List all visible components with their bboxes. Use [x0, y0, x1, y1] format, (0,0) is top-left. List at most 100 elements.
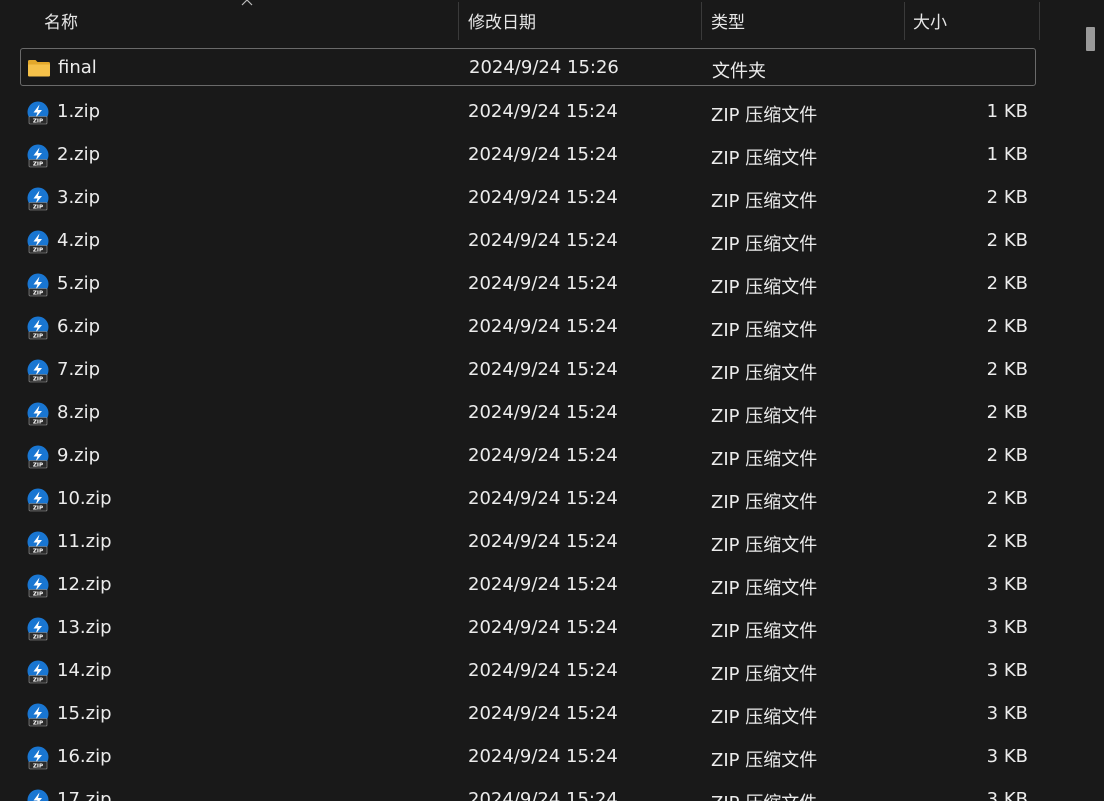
- svg-text:ZIP: ZIP: [33, 376, 43, 382]
- file-modified-date: 2024/9/24 15:24: [468, 703, 618, 724]
- file-modified-date: 2024/9/24 15:24: [468, 660, 618, 681]
- file-type: ZIP 压缩文件: [711, 277, 818, 298]
- file-modified-date: 2024/9/24 15:24: [468, 574, 618, 595]
- file-size: 2 KB: [986, 187, 1028, 208]
- file-name: 1.zip: [57, 101, 101, 122]
- file-type: ZIP 压缩文件: [711, 664, 818, 685]
- file-modified-date: 2024/9/24 15:24: [468, 531, 618, 552]
- file-name: 3.zip: [57, 187, 101, 208]
- svg-text:ZIP: ZIP: [33, 247, 43, 253]
- file-row[interactable]: ZIP 3.zip 2024/9/24 15:24 ZIP 压缩文件 2 KB: [20, 177, 1036, 220]
- file-name: 12.zip: [57, 574, 112, 595]
- svg-text:ZIP: ZIP: [33, 161, 43, 167]
- file-type: ZIP 压缩文件: [711, 191, 818, 212]
- file-size: 2 KB: [986, 445, 1028, 466]
- scrollbar-thumb[interactable]: [1086, 27, 1095, 51]
- folder-row[interactable]: final 2024/9/24 15:26 文件夹: [20, 48, 1036, 86]
- svg-text:ZIP: ZIP: [33, 118, 43, 124]
- file-name: 5.zip: [57, 273, 101, 294]
- zip-icon: ZIP: [26, 531, 50, 555]
- svg-text:ZIP: ZIP: [33, 634, 43, 640]
- file-modified-date: 2024/9/24 15:24: [468, 187, 618, 208]
- file-modified-date: 2024/9/24 15:24: [468, 101, 618, 122]
- file-type: ZIP 压缩文件: [711, 621, 818, 642]
- zip-icon: ZIP: [26, 101, 50, 125]
- zip-icon: ZIP: [26, 316, 50, 340]
- file-size: 3 KB: [986, 789, 1028, 801]
- file-modified-date: 2024/9/24 15:24: [468, 789, 618, 801]
- column-divider[interactable]: [458, 2, 459, 40]
- svg-text:ZIP: ZIP: [33, 591, 43, 597]
- svg-text:ZIP: ZIP: [33, 505, 43, 511]
- zip-icon: ZIP: [26, 402, 50, 426]
- column-header-type[interactable]: 类型: [711, 0, 901, 40]
- file-type: ZIP 压缩文件: [711, 707, 818, 728]
- file-row[interactable]: ZIP 13.zip 2024/9/24 15:24 ZIP 压缩文件 3 KB: [20, 607, 1036, 650]
- svg-text:ZIP: ZIP: [33, 204, 43, 210]
- file-name: 15.zip: [57, 703, 112, 724]
- column-header-size[interactable]: 大小: [913, 0, 1033, 40]
- column-divider[interactable]: [1039, 2, 1040, 40]
- svg-text:ZIP: ZIP: [33, 720, 43, 726]
- file-type: ZIP 压缩文件: [711, 105, 818, 126]
- zip-icon: ZIP: [26, 617, 50, 641]
- column-divider[interactable]: [701, 2, 702, 40]
- file-name: 16.zip: [57, 746, 112, 767]
- zip-icon: ZIP: [26, 187, 50, 211]
- file-row[interactable]: ZIP 15.zip 2024/9/24 15:24 ZIP 压缩文件 3 KB: [20, 693, 1036, 736]
- file-name: 17.zip: [57, 789, 112, 801]
- column-header-name[interactable]: 名称: [44, 0, 454, 40]
- file-size: 3 KB: [986, 660, 1028, 681]
- svg-text:ZIP: ZIP: [33, 290, 43, 296]
- file-modified-date: 2024/9/24 15:24: [468, 316, 618, 337]
- file-row[interactable]: ZIP 10.zip 2024/9/24 15:24 ZIP 压缩文件 2 KB: [20, 478, 1036, 521]
- file-size: 1 KB: [986, 144, 1028, 165]
- file-modified-date: 2024/9/24 15:24: [468, 273, 618, 294]
- file-type: ZIP 压缩文件: [711, 750, 818, 771]
- vertical-scrollbar[interactable]: [1076, 0, 1104, 801]
- file-size: 2 KB: [986, 359, 1028, 380]
- column-divider[interactable]: [904, 2, 905, 40]
- file-name: 8.zip: [57, 402, 101, 423]
- file-type: ZIP 压缩文件: [711, 148, 818, 169]
- file-modified-date: 2024/9/24 15:24: [468, 488, 618, 509]
- svg-text:ZIP: ZIP: [33, 462, 43, 468]
- file-size: 3 KB: [986, 703, 1028, 724]
- file-row[interactable]: ZIP 12.zip 2024/9/24 15:24 ZIP 压缩文件 3 KB: [20, 564, 1036, 607]
- zip-icon: ZIP: [26, 574, 50, 598]
- file-size: 2 KB: [986, 230, 1028, 251]
- file-modified-date: 2024/9/24 15:26: [469, 57, 619, 78]
- file-row[interactable]: ZIP 17.zip 2024/9/24 15:24 ZIP 压缩文件 3 KB: [20, 779, 1036, 801]
- file-row[interactable]: ZIP 14.zip 2024/9/24 15:24 ZIP 压缩文件 3 KB: [20, 650, 1036, 693]
- zip-icon: ZIP: [26, 789, 50, 801]
- svg-text:ZIP: ZIP: [33, 677, 43, 683]
- file-size: 3 KB: [986, 746, 1028, 767]
- file-type: ZIP 压缩文件: [711, 406, 818, 427]
- zip-icon: ZIP: [26, 703, 50, 727]
- file-row[interactable]: ZIP 6.zip 2024/9/24 15:24 ZIP 压缩文件 2 KB: [20, 306, 1036, 349]
- file-list: final 2024/9/24 15:26 文件夹 ZIP 1.zip 2024/9/24…: [20, 48, 1036, 801]
- file-row[interactable]: ZIP 9.zip 2024/9/24 15:24 ZIP 压缩文件 2 KB: [20, 435, 1036, 478]
- file-modified-date: 2024/9/24 15:24: [468, 445, 618, 466]
- zip-icon: ZIP: [26, 445, 50, 469]
- file-type: ZIP 压缩文件: [711, 492, 818, 513]
- column-header-type-label: 类型: [711, 12, 745, 33]
- file-name: 2.zip: [57, 144, 101, 165]
- file-size: 2 KB: [986, 531, 1028, 552]
- file-type: ZIP 压缩文件: [711, 578, 818, 599]
- file-row[interactable]: ZIP 8.zip 2024/9/24 15:24 ZIP 压缩文件 2 KB: [20, 392, 1036, 435]
- file-row[interactable]: ZIP 1.zip 2024/9/24 15:24 ZIP 压缩文件 1 KB: [20, 91, 1036, 134]
- zip-icon: ZIP: [26, 144, 50, 168]
- file-modified-date: 2024/9/24 15:24: [468, 617, 618, 638]
- column-header-bar: 名称 修改日期 类型 大小: [0, 0, 1040, 40]
- file-row[interactable]: ZIP 11.zip 2024/9/24 15:24 ZIP 压缩文件 2 KB: [20, 521, 1036, 564]
- file-row[interactable]: ZIP 5.zip 2024/9/24 15:24 ZIP 压缩文件 2 KB: [20, 263, 1036, 306]
- zip-icon: ZIP: [26, 488, 50, 512]
- file-row[interactable]: ZIP 7.zip 2024/9/24 15:24 ZIP 压缩文件 2 KB: [20, 349, 1036, 392]
- file-row[interactable]: ZIP 4.zip 2024/9/24 15:24 ZIP 压缩文件 2 KB: [20, 220, 1036, 263]
- file-row[interactable]: ZIP 16.zip 2024/9/24 15:24 ZIP 压缩文件 3 KB: [20, 736, 1036, 779]
- zip-icon: ZIP: [26, 230, 50, 254]
- file-row[interactable]: ZIP 2.zip 2024/9/24 15:24 ZIP 压缩文件 1 KB: [20, 134, 1036, 177]
- file-type: 文件夹: [712, 61, 766, 82]
- column-header-modified[interactable]: 修改日期: [468, 0, 698, 40]
